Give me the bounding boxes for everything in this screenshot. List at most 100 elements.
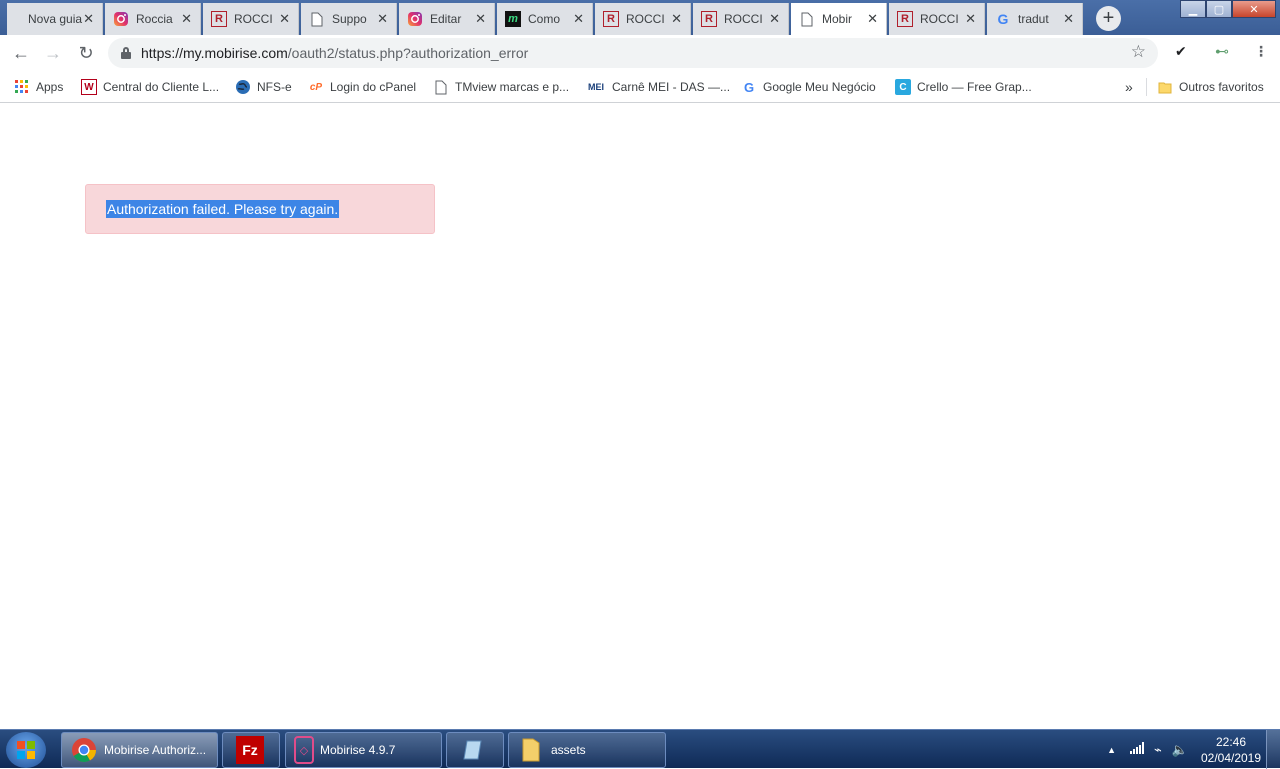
tab-title: ROCCI bbox=[724, 12, 762, 26]
bookmark-tmview[interactable]: TMview marcas e p... bbox=[433, 78, 569, 96]
start-button[interactable] bbox=[6, 732, 46, 768]
page-icon bbox=[799, 11, 815, 27]
bookmark-other-favorites[interactable]: Outros favoritos bbox=[1146, 78, 1264, 96]
filezilla-icon: Fz bbox=[236, 736, 264, 764]
url-path: /oauth2/status.php?authorization_error bbox=[287, 45, 529, 61]
bookmark-label: Apps bbox=[36, 80, 64, 94]
network-signal-icon[interactable] bbox=[1129, 742, 1144, 757]
power-plug-icon[interactable]: ⌁ bbox=[1154, 742, 1162, 758]
close-tab-icon[interactable]: ✕ bbox=[377, 11, 388, 27]
taskbar-item-chrome[interactable]: Mobirise Authoriz... bbox=[61, 732, 218, 768]
tab-editar[interactable]: Editar ✕ bbox=[399, 3, 495, 35]
bookmark-label: Google Meu Negócio bbox=[763, 80, 876, 94]
tab-title: Roccia bbox=[136, 12, 173, 26]
menu-kebab-icon[interactable]: ⋮ bbox=[1254, 43, 1268, 60]
system-tray: ▲ ⌁ 🔈 22:46 02/04/2019 bbox=[1107, 730, 1280, 769]
tab-como[interactable]: m Como ✕ bbox=[497, 3, 593, 35]
windows-taskbar: Mobirise Authoriz... Fz ◇ Mobirise 4.9.7… bbox=[0, 729, 1280, 769]
bookmark-star-icon[interactable]: ☆ bbox=[1131, 42, 1146, 62]
w-logo-icon: W bbox=[81, 79, 97, 95]
show-hidden-icons-arrow-icon[interactable]: ▲ bbox=[1107, 745, 1116, 755]
tab-rocci-1[interactable]: R ROCCI ✕ bbox=[203, 3, 299, 35]
taskbar-item-mobirise[interactable]: ◇ Mobirise 4.9.7 bbox=[285, 732, 442, 768]
browser-toolbar: ← → ↻ https://my.mobirise.com/oauth2/sta… bbox=[0, 35, 1280, 71]
overflow-label: » bbox=[1125, 79, 1133, 95]
chrome-icon bbox=[70, 736, 98, 764]
tab-support[interactable]: Suppo ✕ bbox=[301, 3, 397, 35]
taskbar-item-notepad[interactable] bbox=[446, 732, 504, 768]
close-tab-icon[interactable]: ✕ bbox=[965, 11, 976, 27]
alert-message: Authorization failed. Please try again. bbox=[106, 200, 340, 218]
tab-nova-guia[interactable]: Nova guia ✕ bbox=[7, 3, 103, 35]
taskbar-item-assets-folder[interactable]: assets bbox=[508, 732, 666, 768]
tab-rocci-4[interactable]: R ROCCI ✕ bbox=[889, 3, 985, 35]
apps-grid-icon bbox=[14, 79, 30, 95]
close-tab-icon[interactable]: ✕ bbox=[181, 11, 192, 27]
bookmark-label: Carnê MEI - DAS —... bbox=[612, 80, 731, 94]
extension-icon[interactable]: ⊷ bbox=[1215, 43, 1229, 60]
bookmark-label: TMview marcas e p... bbox=[455, 80, 570, 94]
system-clock[interactable]: 22:46 02/04/2019 bbox=[1196, 734, 1266, 766]
taskbar-item-filezilla[interactable]: Fz bbox=[222, 732, 280, 768]
bookmark-label: Outros favoritos bbox=[1179, 80, 1264, 94]
bookmark-nfse[interactable]: NFS-e bbox=[235, 78, 292, 96]
minimize-button[interactable]: ▁ bbox=[1180, 0, 1206, 18]
tab-title: Mobir bbox=[822, 12, 853, 26]
clock-time: 22:46 bbox=[1215, 734, 1247, 749]
instagram-icon bbox=[407, 11, 423, 27]
close-tab-icon[interactable]: ✕ bbox=[769, 11, 780, 27]
bookmark-central-cliente[interactable]: W Central do Cliente L... bbox=[81, 78, 219, 96]
close-window-button[interactable]: ✕ bbox=[1232, 0, 1276, 18]
close-tab-icon[interactable]: ✕ bbox=[867, 11, 878, 27]
reload-button[interactable]: ↻ bbox=[74, 41, 98, 65]
folder-icon bbox=[517, 736, 545, 764]
close-tab-icon[interactable]: ✕ bbox=[279, 11, 290, 27]
bookmark-crello[interactable]: C Crello — Free Grap... bbox=[895, 78, 1032, 96]
close-tab-icon[interactable]: ✕ bbox=[83, 11, 94, 27]
rocci-logo-icon: R bbox=[603, 11, 619, 27]
tab-title: tradut bbox=[1018, 12, 1049, 26]
mei-icon: MEI bbox=[587, 82, 604, 92]
close-tab-icon[interactable]: ✕ bbox=[671, 11, 682, 27]
globe-icon bbox=[235, 79, 251, 95]
window-controls: ▁ ▢ ✕ bbox=[1180, 0, 1276, 20]
bookmarks-overflow-chevron[interactable]: » bbox=[1125, 78, 1133, 96]
bookmarks-bar: Apps W Central do Cliente L... NFS-e cP … bbox=[0, 71, 1280, 103]
close-tab-icon[interactable]: ✕ bbox=[573, 11, 584, 27]
lock-icon[interactable] bbox=[121, 47, 131, 59]
checkmark-extension-icon[interactable]: ✔ bbox=[1175, 43, 1187, 60]
maximize-button[interactable]: ▢ bbox=[1206, 0, 1232, 18]
tab-mobirise-active[interactable]: Mobir ✕ bbox=[791, 3, 887, 35]
tab-rocci-3[interactable]: R ROCCI ✕ bbox=[693, 3, 789, 35]
cpanel-icon: cP bbox=[309, 81, 323, 93]
mobirise-icon: ◇ bbox=[294, 736, 314, 764]
bookmark-cpanel[interactable]: cP Login do cPanel bbox=[308, 78, 416, 96]
m-logo-icon: m bbox=[505, 11, 521, 27]
crello-icon: C bbox=[895, 79, 911, 95]
volume-icon[interactable]: 🔈 bbox=[1172, 742, 1188, 758]
close-tab-icon[interactable]: ✕ bbox=[475, 11, 486, 27]
bookmark-carne-mei[interactable]: MEI Carnê MEI - DAS —... bbox=[586, 78, 730, 96]
forward-button[interactable]: → bbox=[41, 41, 65, 65]
address-bar[interactable]: https://my.mobirise.com/oauth2/status.ph… bbox=[108, 38, 1158, 68]
tab-tradutor[interactable]: G tradut ✕ bbox=[987, 3, 1083, 35]
taskbar-item-label: assets bbox=[551, 743, 586, 757]
error-alert: Authorization failed. Please try again. bbox=[85, 184, 435, 234]
tab-rocci-2[interactable]: R ROCCI ✕ bbox=[595, 3, 691, 35]
bookmark-label: Central do Cliente L... bbox=[103, 80, 220, 94]
close-tab-icon[interactable]: ✕ bbox=[1063, 11, 1074, 27]
tab-title: ROCCI bbox=[920, 12, 958, 26]
tab-title: ROCCI bbox=[626, 12, 664, 26]
rocci-logo-icon: R bbox=[211, 11, 227, 27]
clock-date: 02/04/2019 bbox=[1200, 750, 1262, 765]
notepad-icon bbox=[460, 736, 488, 764]
show-desktop-button[interactable] bbox=[1266, 730, 1280, 769]
back-button[interactable]: ← bbox=[9, 41, 33, 65]
new-tab-button[interactable]: + bbox=[1096, 6, 1121, 31]
tab-roccia[interactable]: Roccia ✕ bbox=[105, 3, 201, 35]
taskbar-item-label: Mobirise 4.9.7 bbox=[320, 743, 396, 757]
google-icon: G bbox=[743, 79, 755, 95]
url-host: https://my.mobirise.com bbox=[141, 45, 288, 61]
bookmark-google-meu-negocio[interactable]: G Google Meu Negócio bbox=[741, 78, 876, 96]
bookmark-apps[interactable]: Apps bbox=[14, 78, 63, 96]
